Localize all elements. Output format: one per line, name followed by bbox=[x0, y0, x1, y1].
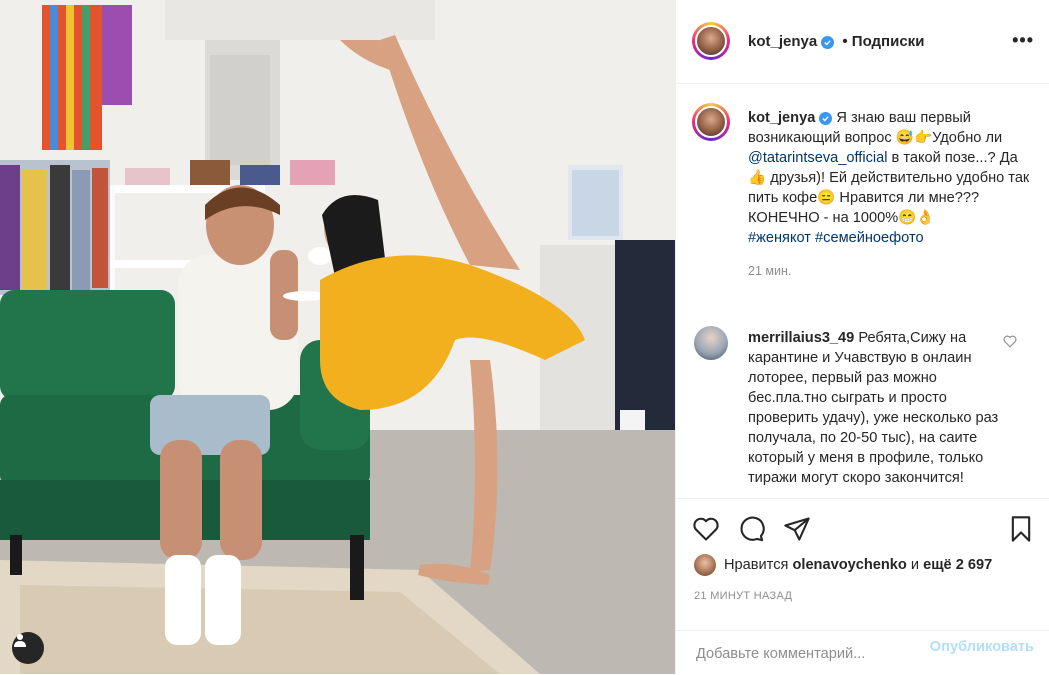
comment-text: Ребята,Сижу на карантине и Учавствую в о… bbox=[748, 330, 999, 486]
comment-icon[interactable] bbox=[737, 515, 765, 543]
likes-count[interactable]: ещё 2 697 bbox=[923, 557, 992, 573]
photo-illustration bbox=[0, 0, 675, 674]
bookmark-save-icon[interactable] bbox=[1007, 515, 1035, 543]
caption-author-avatar[interactable] bbox=[692, 103, 730, 141]
post-actions: Нравится olenavoychenko и ещё 2 697 21 М… bbox=[676, 498, 1049, 674]
author-avatar[interactable] bbox=[692, 22, 730, 60]
follow-status[interactable]: • Подписки bbox=[842, 33, 924, 50]
caption-mention-link[interactable]: @tatarintseva_official bbox=[748, 150, 887, 166]
header-username[interactable]: kot_jenya bbox=[748, 33, 817, 50]
caption-time[interactable]: 21 мин. bbox=[748, 264, 1038, 278]
comment-body: merrillaius3_49 Ребята,Сижу на карантине… bbox=[748, 328, 1004, 488]
likes-prefix: Нравится bbox=[724, 557, 789, 573]
share-paper-plane-icon[interactable] bbox=[783, 515, 811, 543]
caption-hashtags-link[interactable]: #женякот #семейноефото bbox=[748, 230, 924, 246]
post-side-panel: kot_jenya • Подписки ••• kot_jenya Я зна… bbox=[675, 0, 1049, 674]
user-icon bbox=[14, 634, 26, 647]
tagged-users-button[interactable] bbox=[12, 632, 44, 664]
verified-badge-icon bbox=[819, 112, 833, 125]
liker-username[interactable]: olenavoychenko bbox=[792, 557, 906, 573]
heart-icon[interactable] bbox=[692, 515, 720, 543]
caption: kot_jenya Я знаю ваш первый возникающий … bbox=[748, 108, 1038, 278]
liker-avatar[interactable] bbox=[694, 554, 716, 576]
more-options-icon[interactable]: ••• bbox=[1012, 30, 1034, 51]
likes-summary: Нравится olenavoychenko и ещё 2 697 bbox=[694, 554, 992, 576]
comments-list[interactable]: kot_jenya Я знаю ваш первый возникающий … bbox=[676, 84, 1049, 498]
verified-badge-icon bbox=[821, 36, 835, 49]
publish-button[interactable]: Опубликовать bbox=[930, 639, 1034, 655]
comment-username[interactable]: merrillaius3_49 bbox=[748, 330, 854, 346]
caption-username[interactable]: kot_jenya bbox=[748, 110, 815, 126]
likes-and: и bbox=[910, 557, 920, 573]
post-header: kot_jenya • Подписки ••• bbox=[676, 0, 1049, 84]
caption-body: kot_jenya Я знаю ваш первый возникающий … bbox=[748, 108, 1038, 248]
commenter-avatar[interactable] bbox=[694, 326, 728, 360]
add-comment-input[interactable] bbox=[694, 640, 918, 668]
post-timestamp[interactable]: 21 МИНУТ НАЗАД bbox=[694, 590, 792, 602]
header-author-line: kot_jenya • Подписки bbox=[748, 33, 924, 50]
post-photo[interactable] bbox=[0, 0, 675, 674]
comment-item: merrillaius3_49 Ребята,Сижу на карантине… bbox=[748, 328, 1004, 488]
comment-like-heart-icon[interactable] bbox=[1003, 335, 1017, 348]
